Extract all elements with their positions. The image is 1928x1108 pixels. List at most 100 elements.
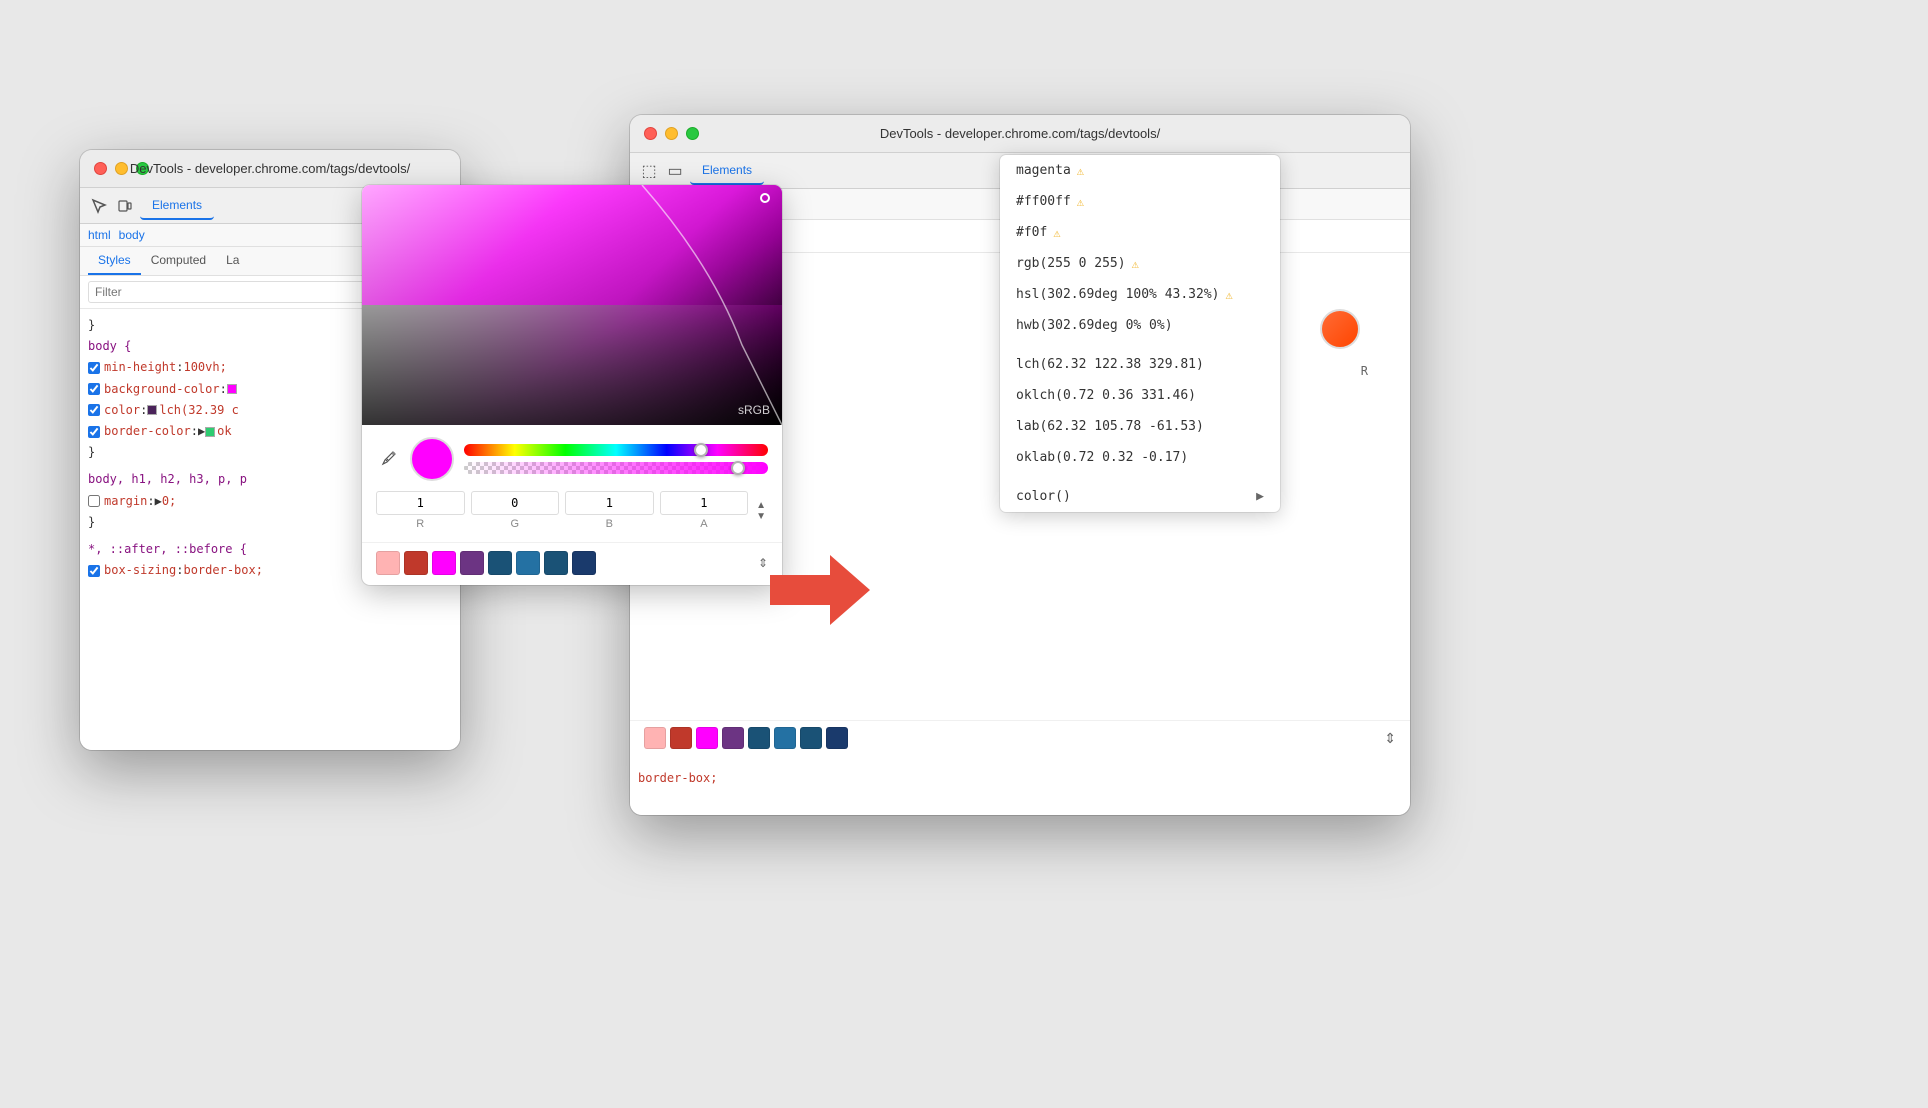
back-swatch-7[interactable] (826, 727, 848, 749)
front-close-button[interactable] (94, 162, 107, 175)
color-circle-preview (410, 437, 454, 481)
srgb-label: sRGB (738, 403, 770, 417)
format-separator-2 (1000, 473, 1280, 481)
format-color-fn-arrow: ▶ (1256, 489, 1264, 504)
format-hsl[interactable]: hsl(302.69deg 100% 43.32%) ⚠ (1000, 279, 1280, 310)
back-close-button[interactable] (644, 127, 657, 140)
border-color-swatch-inline[interactable] (205, 427, 215, 437)
swatch-dark-blue-2[interactable] (544, 551, 568, 575)
color-picker-popup: sRGB (362, 185, 782, 585)
alpha-thumb[interactable] (731, 461, 745, 475)
swatch-magenta[interactable] (432, 551, 456, 575)
back-swatch-4[interactable] (748, 727, 770, 749)
checkbox-bg-color[interactable] (88, 383, 100, 395)
back-swatch-5[interactable] (774, 727, 796, 749)
format-lch-text: lch(62.32 122.38 329.81) (1016, 357, 1204, 372)
color-swatch-inline[interactable] (147, 405, 157, 415)
format-lch[interactable]: lch(62.32 122.38 329.81) (1000, 349, 1280, 380)
back-swatch-spinner[interactable]: ⇕ (1384, 730, 1396, 747)
tab-la[interactable]: La (216, 247, 249, 275)
format-rgb-warning: ⚠ (1132, 257, 1139, 271)
channel-g-input[interactable] (471, 491, 560, 515)
back-color-preview-circle (1320, 309, 1360, 349)
back-inspect-icon[interactable]: ⬚ (638, 160, 660, 182)
format-f0f-warning: ⚠ (1053, 226, 1060, 240)
channel-b-label: B (606, 518, 613, 530)
bg-color-swatch-inline[interactable] (227, 384, 237, 394)
format-magenta-warning: ⚠ (1077, 164, 1084, 178)
channel-r-label: R (416, 518, 424, 530)
format-hwb-text: hwb(302.69deg 0% 0%) (1016, 318, 1173, 333)
checkbox-color[interactable] (88, 404, 100, 416)
format-oklch[interactable]: oklch(0.72 0.36 331.46) (1000, 380, 1280, 411)
format-hwb[interactable]: hwb(302.69deg 0% 0%) (1000, 310, 1280, 341)
checkbox-margin[interactable] (88, 495, 100, 507)
channel-r-input[interactable] (376, 491, 465, 515)
format-magenta[interactable]: magenta ⚠ (1000, 155, 1280, 186)
back-device-icon[interactable]: ▭ (664, 160, 686, 182)
format-f0f[interactable]: #f0f ⚠ (1000, 217, 1280, 248)
back-titlebar: DevTools - developer.chrome.com/tags/dev… (630, 115, 1410, 153)
channel-b-group: B (565, 491, 654, 530)
color-gradient-area[interactable]: sRGB (362, 185, 782, 425)
checkbox-box-sizing[interactable] (88, 565, 100, 577)
back-tab-elements[interactable]: Elements (690, 157, 764, 185)
front-inspect-icon[interactable] (88, 195, 110, 217)
back-traffic-lights (644, 127, 699, 140)
swatch-pink[interactable] (376, 551, 400, 575)
color-sliders (464, 444, 768, 474)
channel-a-input[interactable] (660, 491, 749, 515)
front-minimize-button[interactable] (115, 162, 128, 175)
channel-a-label: A (700, 518, 707, 530)
color-picker-controls: R G B A ▲ ▼ (362, 425, 782, 542)
front-device-icon[interactable] (114, 195, 136, 217)
checkbox-border-color[interactable] (88, 426, 100, 438)
color-picker-cursor[interactable] (760, 193, 770, 203)
back-swatch-2[interactable] (696, 727, 718, 749)
hue-slider[interactable] (464, 444, 768, 456)
red-arrow (770, 555, 870, 630)
channel-spinner[interactable]: ▲ ▼ (754, 498, 768, 524)
format-ff00ff[interactable]: #ff00ff ⚠ (1000, 186, 1280, 217)
format-ff00ff-text: #ff00ff (1016, 194, 1071, 209)
channel-g-group: G (471, 491, 560, 530)
format-magenta-text: magenta (1016, 163, 1071, 178)
checkbox-min-height[interactable] (88, 362, 100, 374)
channel-g-label: G (511, 518, 520, 530)
format-color-fn[interactable]: color() ▶ (1000, 481, 1280, 512)
back-swatch-3[interactable] (722, 727, 744, 749)
format-oklab[interactable]: oklab(0.72 0.32 -0.17) (1000, 442, 1280, 473)
format-lab[interactable]: lab(62.32 105.78 -61.53) (1000, 411, 1280, 442)
color-swatches: ⇕ (362, 542, 782, 585)
swatch-blue[interactable] (516, 551, 540, 575)
back-minimize-button[interactable] (665, 127, 678, 140)
swatch-purple[interactable] (460, 551, 484, 575)
back-border-box: border-box; (638, 771, 717, 785)
back-swatch-0[interactable] (644, 727, 666, 749)
format-rgb-text: rgb(255 0 255) (1016, 256, 1126, 271)
back-maximize-button[interactable] (686, 127, 699, 140)
format-oklch-text: oklch(0.72 0.36 331.46) (1016, 388, 1196, 403)
tab-computed[interactable]: Computed (141, 247, 216, 275)
format-rgb[interactable]: rgb(255 0 255) ⚠ (1000, 248, 1280, 279)
back-swatch-6[interactable] (800, 727, 822, 749)
format-hsl-warning: ⚠ (1226, 288, 1233, 302)
swatch-red[interactable] (404, 551, 428, 575)
channel-a-group: A (660, 491, 749, 530)
front-tab-elements[interactable]: Elements (140, 192, 214, 220)
alpha-slider[interactable] (464, 462, 768, 474)
swatch-spinner[interactable]: ⇕ (758, 556, 768, 570)
front-window-title: DevTools - developer.chrome.com/tags/dev… (130, 161, 410, 176)
breadcrumb-body[interactable]: body (119, 228, 145, 242)
swatch-dark-blue[interactable] (488, 551, 512, 575)
breadcrumb-html[interactable]: html (88, 228, 111, 242)
format-oklab-text: oklab(0.72 0.32 -0.17) (1016, 450, 1188, 465)
channel-b-input[interactable] (565, 491, 654, 515)
tab-styles[interactable]: Styles (88, 247, 141, 275)
format-hsl-text: hsl(302.69deg 100% 43.32%) (1016, 287, 1220, 302)
eyedropper-button[interactable] (376, 447, 400, 471)
format-separator-1 (1000, 341, 1280, 349)
back-swatch-1[interactable] (670, 727, 692, 749)
hue-thumb[interactable] (694, 443, 708, 457)
swatch-navy[interactable] (572, 551, 596, 575)
